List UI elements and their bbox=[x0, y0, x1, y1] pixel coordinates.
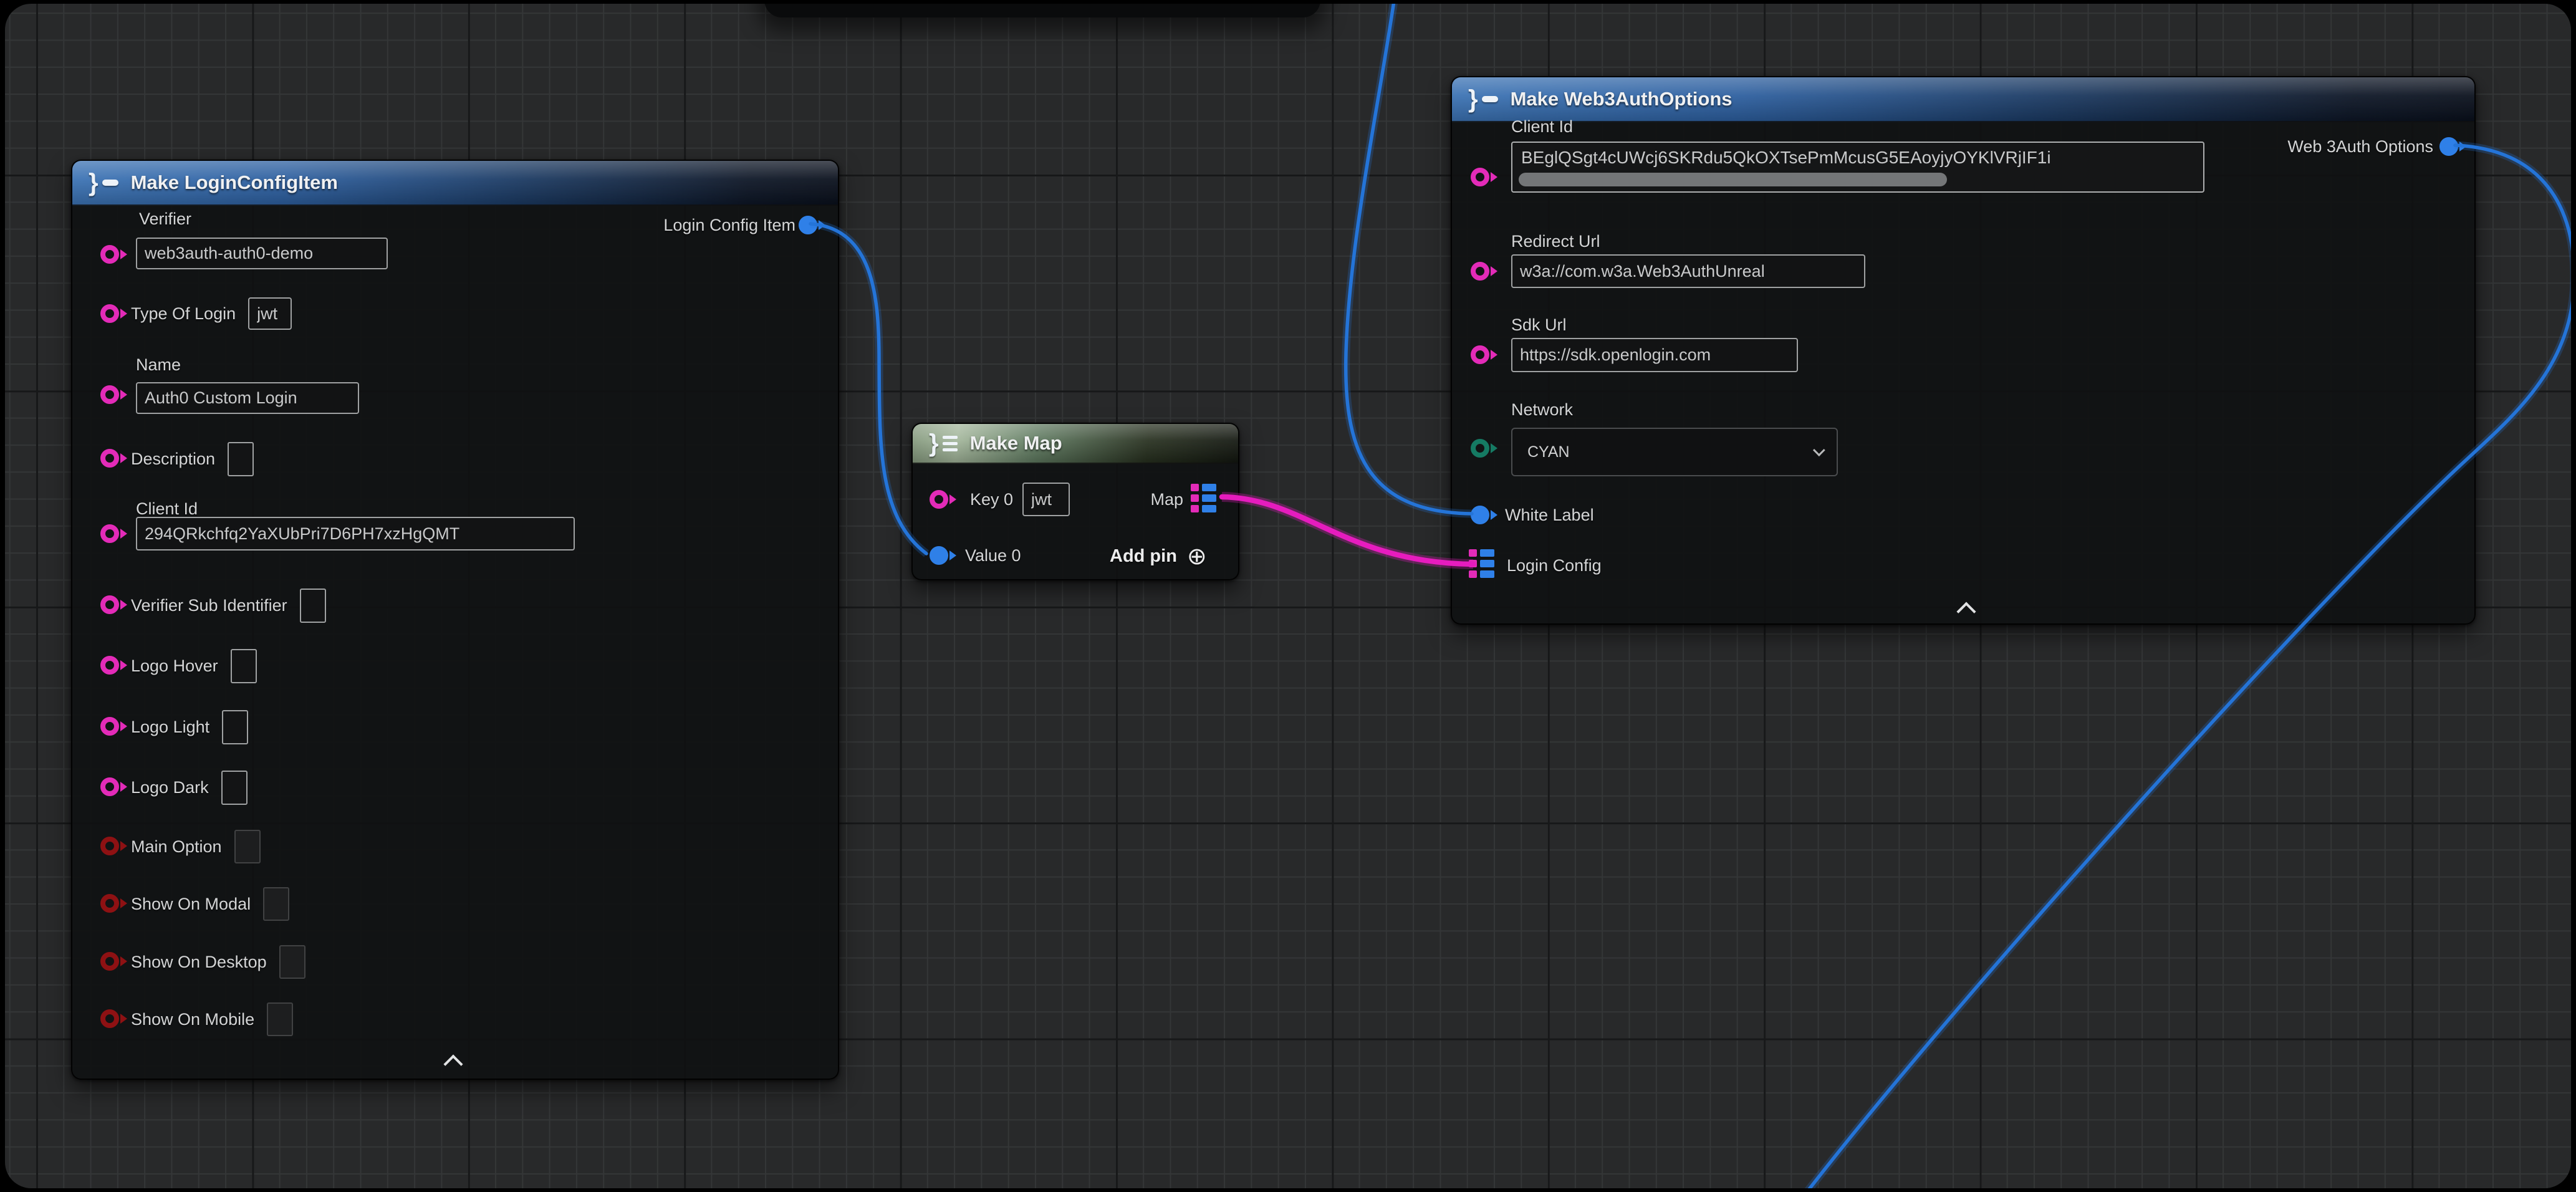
show-on-mobile-checkbox[interactable] bbox=[267, 1002, 293, 1036]
offscreen-node-edge bbox=[764, 4, 1320, 17]
pin-label-redirect-url: Redirect Url bbox=[1511, 232, 1600, 251]
pin-label-show-on-mobile: Show On Mobile bbox=[131, 1010, 254, 1029]
network-selected-value: CYAN bbox=[1527, 443, 1570, 461]
logo-dark-input[interactable] bbox=[221, 771, 248, 805]
redirect-url-input[interactable] bbox=[1511, 254, 1865, 288]
pin-label-network: Network bbox=[1511, 400, 1573, 420]
node-header[interactable]: } Make LoginConfigItem bbox=[72, 161, 838, 206]
key-0-input[interactable] bbox=[1022, 483, 1070, 516]
pin-client-id[interactable] bbox=[1471, 168, 1489, 186]
output-pin-map[interactable] bbox=[1191, 484, 1216, 512]
pin-verifier[interactable] bbox=[100, 245, 119, 264]
node-make-web3auth-options[interactable]: } Make Web3AuthOptions Web 3Auth Options… bbox=[1451, 76, 2476, 625]
sdk-url-input[interactable] bbox=[1511, 338, 1798, 372]
output-pin-label: Web 3Auth Options bbox=[2287, 137, 2433, 156]
pin-show-on-modal[interactable] bbox=[100, 894, 119, 913]
collapse-chevron-icon[interactable] bbox=[443, 1054, 463, 1074]
name-input[interactable] bbox=[136, 382, 359, 414]
pin-redirect-url[interactable] bbox=[1471, 262, 1489, 281]
pin-logo-light[interactable] bbox=[100, 717, 119, 736]
blueprint-graph-canvas[interactable]: } Make LoginConfigItem Login Config Item… bbox=[5, 4, 2571, 1188]
node-title: Make Map bbox=[970, 432, 1062, 454]
pin-sdk-url[interactable] bbox=[1471, 345, 1489, 364]
show-on-desktop-checkbox[interactable] bbox=[279, 945, 305, 979]
pin-label-logo-light: Logo Light bbox=[131, 718, 209, 737]
pin-value-0[interactable] bbox=[930, 546, 948, 565]
verifier-input[interactable] bbox=[136, 238, 388, 269]
type-of-login-input[interactable] bbox=[248, 297, 292, 330]
pin-description[interactable] bbox=[100, 449, 119, 468]
pin-label-logo-hover: Logo Hover bbox=[131, 656, 218, 676]
logo-hover-input[interactable] bbox=[231, 649, 257, 683]
pin-verifier-sub-identifier[interactable] bbox=[100, 595, 119, 614]
client-id-input[interactable]: BEglQSgt4cUWcj6SKRdu5QkOXTsePmMcusG5EAoy… bbox=[1511, 142, 2204, 193]
pin-white-label[interactable] bbox=[1471, 506, 1489, 524]
client-id-input[interactable] bbox=[136, 517, 575, 550]
pin-label-client-id: Client Id bbox=[136, 499, 198, 519]
make-map-icon: } bbox=[929, 436, 958, 451]
logo-light-input[interactable] bbox=[222, 710, 248, 744]
add-pin-button[interactable]: Add pin⊕ bbox=[1110, 546, 1207, 567]
make-struct-icon: } bbox=[1468, 96, 1498, 102]
node-title: Make Web3AuthOptions bbox=[1511, 88, 1733, 110]
pin-label-description: Description bbox=[131, 449, 215, 469]
node-make-map[interactable]: } Make Map Key 0 Map Value 0 Add pin⊕ bbox=[911, 423, 1239, 580]
pin-label-name: Name bbox=[136, 355, 181, 375]
verifier-sub-identifier-input[interactable] bbox=[300, 589, 326, 623]
pin-label-verifier: Verifier bbox=[139, 209, 191, 229]
client-id-scrollbar[interactable] bbox=[1519, 173, 1947, 186]
node-make-login-config-item[interactable]: } Make LoginConfigItem Login Config Item… bbox=[71, 160, 839, 1080]
client-id-value: BEglQSgt4cUWcj6SKRdu5QkOXTsePmMcusG5EAoy… bbox=[1521, 148, 2199, 168]
pin-label-verifier-sub-identifier: Verifier Sub Identifier bbox=[131, 596, 287, 615]
pin-label-show-on-desktop: Show On Desktop bbox=[131, 953, 267, 972]
output-pin-label: Login Config Item bbox=[663, 216, 795, 235]
main-option-checkbox[interactable] bbox=[234, 830, 261, 863]
make-struct-icon: } bbox=[89, 180, 118, 186]
pin-key-0[interactable] bbox=[930, 490, 948, 509]
pin-type-of-login[interactable] bbox=[100, 304, 119, 323]
pin-logo-hover[interactable] bbox=[100, 656, 119, 675]
node-header[interactable]: } Make Map bbox=[913, 424, 1238, 464]
node-header[interactable]: } Make Web3AuthOptions bbox=[1452, 77, 2474, 122]
collapse-chevron-icon[interactable] bbox=[1956, 602, 1976, 621]
output-pin-web3auth-options[interactable] bbox=[2439, 137, 2458, 156]
pin-label-logo-dark: Logo Dark bbox=[131, 778, 209, 797]
pin-label-show-on-modal: Show On Modal bbox=[131, 895, 251, 914]
pin-label-key-0: Key 0 bbox=[970, 490, 1013, 509]
pin-network[interactable] bbox=[1471, 439, 1489, 458]
pin-label-value-0: Value 0 bbox=[965, 546, 1021, 565]
pin-label-type-of-login: Type Of Login bbox=[131, 304, 236, 324]
pin-label-login-config: Login Config bbox=[1507, 556, 1602, 575]
output-pin-label: Map bbox=[1150, 490, 1183, 509]
pin-login-config[interactable] bbox=[1469, 549, 1494, 578]
pin-client-id[interactable] bbox=[100, 524, 119, 543]
pin-show-on-mobile[interactable] bbox=[100, 1009, 119, 1028]
pin-label-sdk-url: Sdk Url bbox=[1511, 315, 1567, 335]
pin-label-white-label: White Label bbox=[1505, 506, 1594, 525]
show-on-modal-checkbox[interactable] bbox=[263, 887, 289, 921]
network-dropdown[interactable]: CYAN bbox=[1511, 428, 1838, 476]
pin-logo-dark[interactable] bbox=[100, 777, 119, 796]
pin-show-on-desktop[interactable] bbox=[100, 952, 119, 971]
pin-main-option[interactable] bbox=[100, 837, 119, 855]
wire-map-to-loginconfig[interactable] bbox=[1222, 497, 1473, 564]
chevron-down-icon bbox=[1813, 444, 1825, 456]
node-title: Make LoginConfigItem bbox=[131, 171, 338, 194]
wire-map-to-loginconfig-glow bbox=[1222, 497, 1473, 564]
output-pin-login-config-item[interactable] bbox=[799, 216, 817, 234]
pin-label-main-option: Main Option bbox=[131, 837, 222, 857]
pin-name[interactable] bbox=[100, 385, 119, 404]
description-input[interactable] bbox=[228, 442, 254, 476]
pin-label-client-id: Client Id bbox=[1511, 117, 1573, 137]
